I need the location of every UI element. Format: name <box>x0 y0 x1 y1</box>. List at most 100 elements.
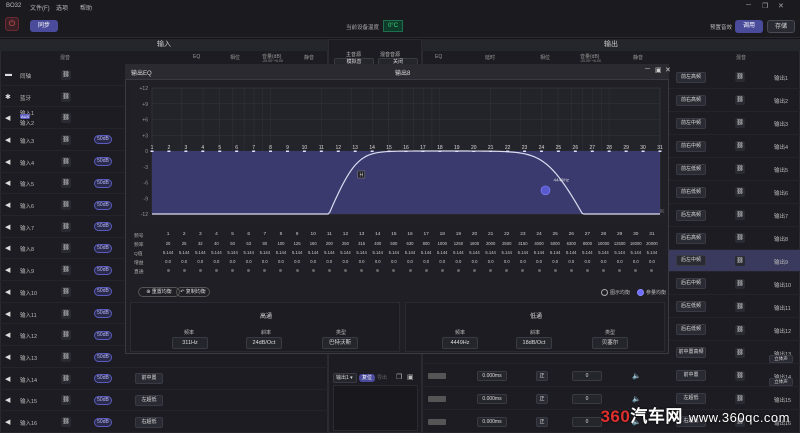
mode-graphic-radio[interactable] <box>601 289 608 296</box>
link-icon[interactable]: ⛓ <box>61 330 71 341</box>
gain-pill[interactable]: 50dB <box>94 352 112 362</box>
eq-band-freq[interactable]: 1000 <box>434 241 450 246</box>
output-name-button[interactable]: 后右高频 <box>676 232 706 244</box>
eq-bypass-toggle[interactable] <box>618 269 622 272</box>
output-assign-button[interactable]: 前中置 <box>135 373 163 385</box>
link-icon[interactable]: ⛓ <box>61 134 71 145</box>
eq-band-freq[interactable]: 500 <box>386 241 402 246</box>
gain-pill[interactable]: 50dB <box>94 157 112 167</box>
eq-band-q[interactable]: 5.144 <box>386 250 402 255</box>
eq-band-freq[interactable]: 100 <box>273 241 289 246</box>
link-icon[interactable]: ⛓ <box>735 187 745 198</box>
band-handle[interactable] <box>235 150 239 153</box>
eq-bypass-toggle[interactable] <box>408 269 412 272</box>
delay-input[interactable]: 0.000ms <box>477 416 507 427</box>
phase-button[interactable]: 正 <box>536 370 548 381</box>
eq-bypass-toggle[interactable] <box>182 269 186 272</box>
eq-band-q[interactable]: 5.144 <box>483 250 499 255</box>
output-name-button[interactable]: 后左低频 <box>676 301 706 313</box>
eq-bypass-toggle[interactable] <box>456 269 460 272</box>
copy-icon[interactable]: ❐ <box>396 373 402 381</box>
band-number[interactable]: 23 <box>522 145 528 151</box>
link-icon[interactable]: ⛓ <box>735 72 745 83</box>
band-number[interactable]: 4 <box>201 145 204 151</box>
eq-band-q[interactable]: 5.144 <box>595 250 611 255</box>
eq-band-freq[interactable]: 2500 <box>499 241 515 246</box>
restore-icon[interactable]: ❐ <box>762 2 768 10</box>
band-number[interactable]: 17 <box>420 145 426 151</box>
speaker-mute-icon[interactable]: 🔈 <box>632 372 641 380</box>
close-icon[interactable]: ✕ <box>778 2 784 10</box>
band-handle[interactable] <box>539 150 543 153</box>
band-handle[interactable] <box>336 150 340 153</box>
output-name-button[interactable]: 后右低频 <box>676 324 706 336</box>
band-number[interactable]: 29 <box>623 145 629 151</box>
link-icon[interactable]: ⛓ <box>735 301 745 312</box>
link-icon[interactable]: ⛓ <box>735 370 745 381</box>
output-assign-button[interactable]: 左超低 <box>135 394 163 406</box>
lp-marker[interactable] <box>540 185 551 196</box>
eq-band-gain[interactable]: 0.0 <box>515 259 531 264</box>
eq-band-freq[interactable]: 32 <box>192 241 208 246</box>
eq-band-gain[interactable]: 0.0 <box>321 259 337 264</box>
link-icon[interactable]: ⛓ <box>61 69 71 80</box>
gain-input[interactable]: 0 <box>572 416 602 427</box>
save-button[interactable]: 存储 <box>767 20 795 33</box>
eq-band-q[interactable]: 5.144 <box>466 250 482 255</box>
lp-slope-select[interactable]: 18dB/Oct <box>516 337 552 349</box>
eq-band-gain[interactable]: 0.0 <box>192 259 208 264</box>
eq-bypass-toggle[interactable] <box>537 269 541 272</box>
link-icon[interactable]: ⛓ <box>735 324 745 335</box>
gain-input[interactable]: 0 <box>572 393 602 404</box>
band-handle[interactable] <box>370 150 374 153</box>
eq-bypass-toggle[interactable] <box>214 269 218 272</box>
eq-maximize-icon[interactable]: ▣ <box>655 66 662 74</box>
gain-pill[interactable]: 50dB <box>94 178 112 188</box>
output-name-button[interactable]: 后左高频 <box>676 209 706 221</box>
minimize-icon[interactable]: ─ <box>746 2 751 9</box>
eq-band-q[interactable]: 5.144 <box>305 250 321 255</box>
hp-type-select[interactable]: 巴特沃斯 <box>322 337 358 349</box>
eq-band-q[interactable]: 5.144 <box>208 250 224 255</box>
eq-graph[interactable]: +12+9+6+30-3-6-9-12301002005001K2K5K10K2… <box>130 82 666 224</box>
eq-band-q[interactable]: 5.144 <box>176 250 192 255</box>
link-icon[interactable]: ⛓ <box>735 141 745 152</box>
eq-thumb[interactable] <box>428 372 446 379</box>
eq-bypass-toggle[interactable] <box>295 269 299 272</box>
band-handle[interactable] <box>624 150 628 153</box>
eq-bypass-toggle[interactable] <box>489 269 493 272</box>
band-number[interactable]: 24 <box>539 145 545 151</box>
menu-file[interactable]: 文件(F) <box>30 3 50 12</box>
band-handle[interactable] <box>607 150 611 153</box>
link-icon[interactable]: ⛓ <box>735 210 745 221</box>
band-number[interactable]: 16 <box>403 145 409 151</box>
eq-band-gain[interactable]: 0.0 <box>531 259 547 264</box>
eq-band-gain[interactable]: 0.0 <box>160 259 176 264</box>
eq-bypass-toggle[interactable] <box>505 269 509 272</box>
copy-eq-button[interactable]: ↶ 复制均衡 <box>176 287 210 297</box>
eq-band-gain[interactable]: 0.0 <box>241 259 257 264</box>
link-icon[interactable]: ⛓ <box>61 243 71 254</box>
output-name-button[interactable]: 前中置高频 <box>676 347 706 359</box>
eq-bypass-toggle[interactable] <box>392 269 396 272</box>
eq-band-gain[interactable]: 0.0 <box>466 259 482 264</box>
band-number[interactable]: 8 <box>269 145 272 151</box>
band-number[interactable]: 30 <box>640 145 646 151</box>
mode-param-radio[interactable] <box>637 289 644 296</box>
band-number[interactable]: 5 <box>218 145 221 151</box>
band-handle[interactable] <box>573 150 577 153</box>
band-handle[interactable] <box>404 150 408 153</box>
band-number[interactable]: 27 <box>589 145 595 151</box>
eq-band-q[interactable]: 5.144 <box>257 250 273 255</box>
reset-button[interactable]: 复位 <box>359 374 375 382</box>
apply-button[interactable]: 调用 <box>735 20 763 33</box>
link-icon[interactable]: ⛓ <box>61 286 71 297</box>
output-name-button[interactable]: 后左中频 <box>676 255 706 267</box>
power-button[interactable]: ⏻ <box>5 17 19 31</box>
output-name-button[interactable]: 前右低频 <box>676 186 706 198</box>
output-name-button[interactable]: 前右中频 <box>676 140 706 152</box>
eq-band-q[interactable]: 5.144 <box>418 250 434 255</box>
eq-band-freq[interactable]: 3150 <box>515 241 531 246</box>
phase-button[interactable]: 正 <box>536 393 548 404</box>
output-name-button[interactable]: 后右中频 <box>676 278 706 290</box>
